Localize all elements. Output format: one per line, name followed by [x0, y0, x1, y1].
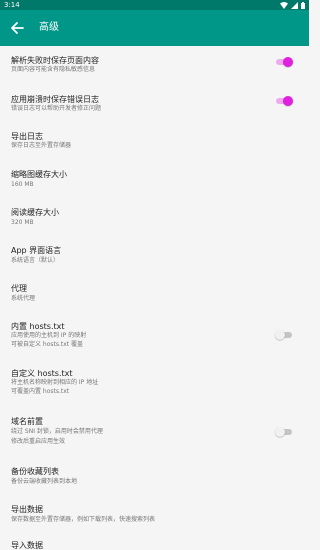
- toggle-switch[interactable]: [275, 56, 293, 68]
- setting-summary: 备份云端收藏列表到本地: [11, 478, 78, 485]
- setting-custom-hosts[interactable]: 自定义 hosts.txt 将主机名称映射到相应的 IP 地址 可覆盖内置 ho…: [0, 361, 309, 409]
- setting-title: 阅读缓存大小: [11, 208, 59, 217]
- wifi-icon: [280, 1, 288, 9]
- setting-read-cache-size[interactable]: 阅读缓存大小 320 MB: [0, 200, 309, 238]
- setting-summary: 保存数据至外置存储器，例如下载列表，快速搜索列表: [11, 516, 156, 523]
- status-time: 3:14: [4, 1, 20, 9]
- setting-title: 导入数据: [11, 541, 43, 550]
- toggle-switch[interactable]: [275, 329, 293, 341]
- toggle-switch[interactable]: [275, 426, 293, 438]
- setting-export-logs[interactable]: 导出日志 保存日志至外置存储器: [0, 123, 309, 161]
- switch-thumb: [275, 427, 285, 437]
- setting-proxy[interactable]: 代理 系统代理: [0, 276, 309, 314]
- signal-icon: [291, 1, 298, 9]
- settings-list: 解析失败时保存页面内容 页面内容可能含有隐私敏感信息 应用崩溃时保存错误日志 错…: [0, 46, 309, 550]
- setting-summary-line-2: 可覆盖内置 hosts.txt: [11, 388, 70, 395]
- setting-summary-line-1: 绕过 SNI 封锁，启用时会禁用代理: [11, 428, 103, 435]
- setting-thumbnail-cache-size[interactable]: 缩略图缓存大小 160 MB: [0, 161, 309, 200]
- setting-builtin-hosts[interactable]: 内置 hosts.txt 应用使用的主机到 IP 的映射 可被自定义 hosts…: [0, 314, 309, 361]
- setting-title: App 界面语言: [11, 246, 62, 255]
- setting-summary-line-2: 可被自定义 hosts.txt 覆盖: [11, 341, 84, 348]
- setting-export-data[interactable]: 导出数据 保存数据至外置存储器，例如下载列表，快速搜索列表: [0, 500, 309, 536]
- setting-summary: 160 MB: [11, 181, 34, 188]
- setting-summary: 系统代理: [11, 295, 36, 302]
- setting-title: 代理: [11, 284, 27, 293]
- setting-title: 域名前置: [11, 417, 43, 426]
- setting-title: 导出数据: [11, 505, 43, 514]
- battery-icon: [301, 1, 305, 9]
- app-bar: 高级: [0, 10, 309, 46]
- switch-thumb: [283, 57, 293, 67]
- status-icons: [280, 1, 305, 9]
- setting-app-language[interactable]: App 界面语言 系统语言（默认）: [0, 238, 309, 276]
- setting-summary: 保存日志至外置存储器: [11, 142, 72, 149]
- setting-summary: 页面内容可能含有隐私敏感信息: [11, 66, 96, 73]
- setting-summary-line-2: 修改后重启应用生效: [11, 438, 66, 445]
- setting-summary: 系统语言（默认）: [11, 257, 60, 264]
- setting-title: 缩略图缓存大小: [11, 170, 67, 179]
- setting-title: 备份收藏列表: [11, 467, 59, 476]
- switch-thumb: [275, 330, 285, 340]
- setting-save-crash-log[interactable]: 应用崩溃时保存错误日志 错误日志可以帮助开发者修正问题: [0, 85, 309, 123]
- setting-import-data[interactable]: 导入数据: [0, 536, 309, 550]
- setting-summary: 320 MB: [11, 219, 34, 226]
- setting-domain-fronting[interactable]: 域名前置 绕过 SNI 封锁，启用时会禁用代理 修改后重启应用生效: [0, 409, 309, 462]
- page-title: 高级: [39, 22, 59, 33]
- setting-summary-line-1: 将主机名称映射到相应的 IP 地址: [11, 379, 99, 386]
- setting-save-page-on-parse-failure[interactable]: 解析失败时保存页面内容 页面内容可能含有隐私敏感信息: [0, 46, 309, 85]
- toggle-switch[interactable]: [275, 95, 293, 107]
- arrow-back-icon[interactable]: [8, 19, 26, 37]
- setting-summary-line-1: 应用使用的主机到 IP 的映射: [11, 332, 87, 339]
- status-bar: 3:14: [0, 0, 309, 10]
- setting-summary: 错误日志可以帮助开发者修正问题: [11, 105, 102, 112]
- setting-backup-favorites[interactable]: 备份收藏列表 备份云端收藏列表到本地: [0, 462, 309, 500]
- switch-thumb: [283, 96, 293, 106]
